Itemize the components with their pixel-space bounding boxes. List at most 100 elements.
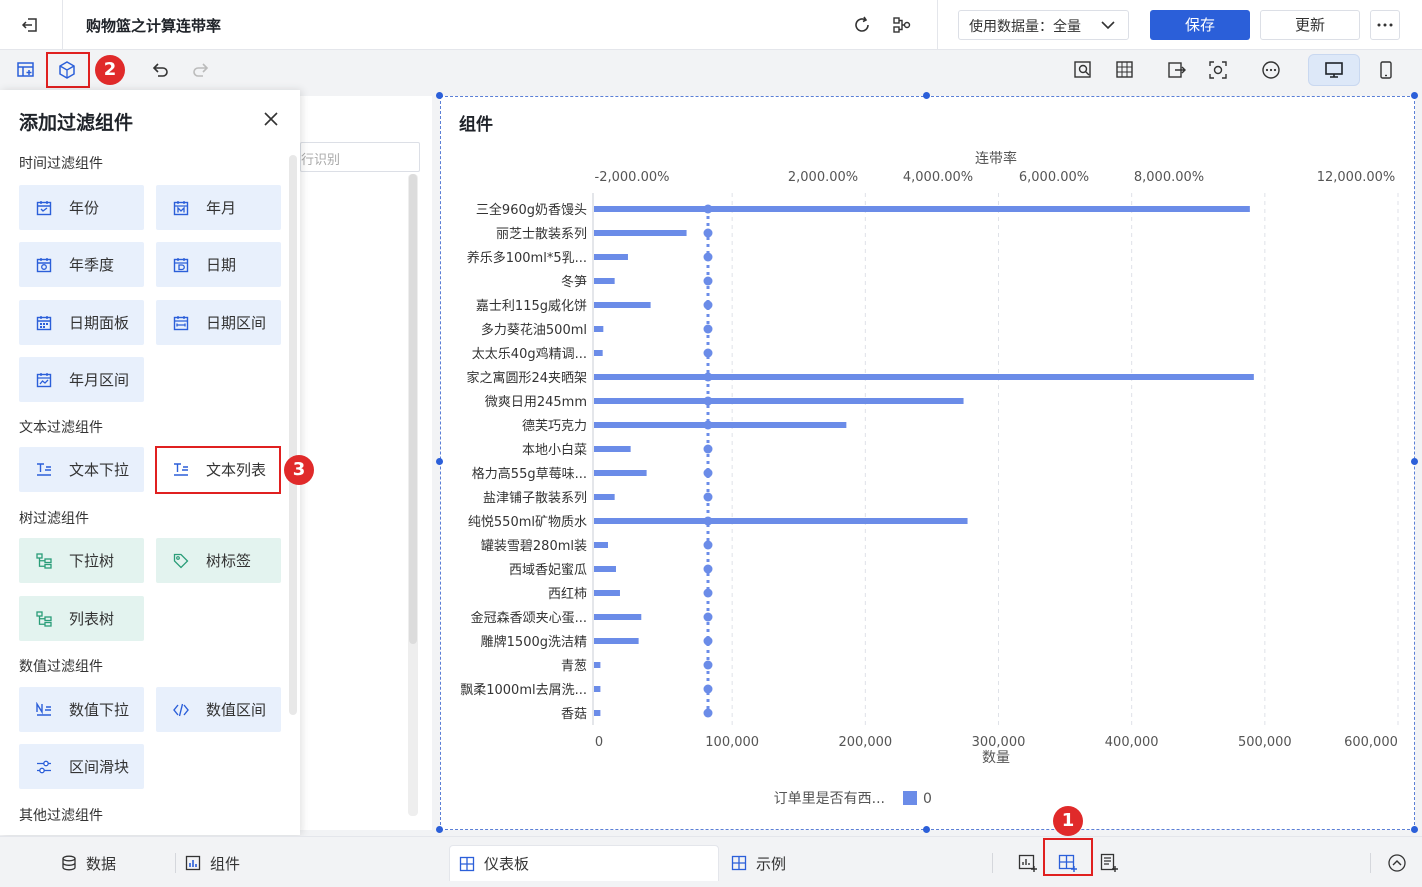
y-tick-label: 养乐多100ml*5乳...	[467, 250, 587, 266]
filter-daterange-button[interactable]: 日期区间	[156, 300, 281, 345]
bar	[594, 446, 631, 452]
filter-numberrange-button[interactable]: 数值区间	[156, 687, 281, 732]
x-tick-label: 500,000	[1238, 735, 1292, 750]
tab-example[interactable]: 示例	[730, 845, 786, 881]
data-amount-select[interactable]: 使用数据量：全量	[958, 10, 1129, 40]
save-button[interactable]: 保存	[1150, 10, 1250, 40]
bar	[594, 230, 687, 236]
mobile-icon[interactable]	[1375, 59, 1397, 81]
x2-tick-label: 2,000.00%	[788, 170, 858, 185]
y-tick-label: 金冠森香颂夹心蛋...	[471, 610, 587, 626]
bar	[594, 494, 615, 500]
more-icon[interactable]	[1370, 10, 1400, 40]
camera-icon[interactable]	[1207, 59, 1229, 81]
bar	[594, 638, 639, 644]
x2-tick-label: -2,000.00%	[595, 170, 670, 185]
calendar-grid-icon	[35, 314, 53, 332]
preview-icon[interactable]	[1072, 59, 1094, 81]
line-point	[703, 516, 713, 526]
desktop-toggle[interactable]	[1308, 54, 1360, 86]
bar	[594, 278, 615, 284]
undo-icon[interactable]	[149, 59, 171, 81]
highlight-box-3	[155, 446, 281, 494]
panel-title: 添加过滤组件	[19, 112, 134, 134]
filter-year-button[interactable]: 年份	[19, 185, 144, 230]
more-circle-icon[interactable]	[1260, 59, 1282, 81]
relation-icon[interactable]	[891, 14, 913, 36]
filter-listtree-button[interactable]: 列表树	[19, 596, 144, 641]
x-tick-label: 600,000	[1344, 735, 1398, 750]
resize-handle[interactable]	[1411, 92, 1418, 99]
text-dropdown-icon	[35, 461, 53, 479]
tree-icon	[35, 552, 53, 570]
tag-icon	[172, 552, 190, 570]
number-dropdown-icon	[35, 701, 53, 719]
close-icon[interactable]	[262, 110, 280, 128]
resize-handle[interactable]	[923, 92, 930, 99]
dashboard-icon	[730, 854, 748, 872]
redo-icon[interactable]	[190, 59, 212, 81]
y-tick-label: 太太乐40g鸡精调...	[472, 346, 587, 362]
filter-yearmonth-button[interactable]: 年月	[156, 185, 281, 230]
tab-dashboard[interactable]: 仪表板	[449, 845, 719, 881]
update-button[interactable]: 更新	[1260, 10, 1360, 40]
collapse-icon[interactable]	[1387, 845, 1407, 881]
add-component-icon[interactable]	[15, 59, 37, 81]
x-axis-label: 数量	[982, 750, 1010, 766]
line-point	[703, 540, 713, 550]
step-badge-1: 1	[1053, 806, 1083, 836]
resize-handle[interactable]	[436, 826, 443, 833]
filter-textdropdown-button[interactable]: 文本下拉	[19, 447, 144, 492]
filter-numberdropdown-button[interactable]: 数值下拉	[19, 687, 144, 732]
x2-tick-label: 6,000.00%	[1019, 170, 1089, 185]
search-input[interactable]: 行识别	[300, 142, 420, 172]
scrollbar[interactable]	[408, 174, 418, 816]
code-icon	[172, 701, 190, 719]
filter-yearquarter-button[interactable]: 年季度	[19, 242, 144, 287]
resize-handle[interactable]	[923, 826, 930, 833]
bar	[594, 254, 628, 260]
tab-data[interactable]: 数据	[60, 845, 116, 881]
bar	[594, 662, 601, 668]
line-point	[703, 348, 713, 358]
add-chart-icon[interactable]	[1018, 845, 1038, 881]
filter-date-button[interactable]: 日期	[156, 242, 281, 287]
resize-handle[interactable]	[1411, 826, 1418, 833]
x2-tick-label: 12,000.00%	[1317, 170, 1396, 185]
filter-treetag-button[interactable]: 树标签	[156, 538, 281, 583]
step-badge-3: 3	[284, 455, 314, 485]
bar	[594, 710, 601, 716]
scrollbar[interactable]	[289, 155, 297, 715]
resize-handle[interactable]	[436, 458, 443, 465]
line-point	[703, 396, 713, 406]
x-tick-label: 0	[595, 735, 603, 750]
y-tick-label: 格力高55g草莓味...	[472, 466, 587, 482]
line-point	[703, 420, 713, 430]
calendar-chart-icon	[35, 371, 53, 389]
tab-component[interactable]: 组件	[184, 845, 240, 881]
legend-swatch	[903, 791, 917, 805]
layout-icon[interactable]	[1114, 59, 1136, 81]
exit-icon[interactable]	[18, 13, 42, 37]
y-tick-label: 本地小白菜	[522, 442, 587, 458]
bar	[594, 542, 608, 548]
filter-yearmonthrange-button[interactable]: 年月区间	[19, 357, 144, 402]
y-tick-label: 多力葵花油500ml	[481, 322, 587, 338]
export-icon[interactable]	[1166, 59, 1188, 81]
resize-handle[interactable]	[436, 92, 443, 99]
line-point	[703, 276, 713, 286]
filter-dropdowntree-button[interactable]: 下拉树	[19, 538, 144, 583]
bar-chart: 0 100,000 200,000 300,000 400,000 500,000 600,…	[460, 150, 1399, 807]
calendar-range-icon	[172, 314, 190, 332]
filter-datepanel-button[interactable]: 日期面板	[19, 300, 144, 345]
bar	[594, 302, 651, 308]
line-point	[703, 204, 713, 214]
chart-widget[interactable]: 组件 0 100,000 200,000 300,000 400,000 500,000 6…	[440, 96, 1415, 830]
y-tick-label: 纯悦550ml矿物质水	[468, 515, 587, 530]
resize-handle[interactable]	[1411, 458, 1418, 465]
chart-icon	[184, 854, 202, 872]
bar	[594, 398, 964, 404]
filter-rangeslider-button[interactable]: 区间滑块	[19, 744, 144, 789]
add-report-icon[interactable]	[1099, 845, 1119, 881]
refresh-icon[interactable]	[851, 14, 873, 36]
